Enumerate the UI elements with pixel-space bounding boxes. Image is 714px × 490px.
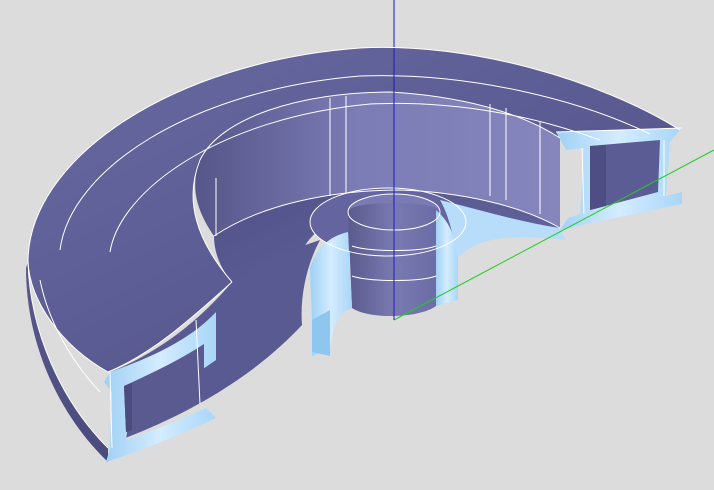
section-right-cavity-shade (590, 145, 606, 210)
3d-viewport[interactable] (0, 0, 714, 490)
model-render[interactable] (0, 0, 714, 490)
